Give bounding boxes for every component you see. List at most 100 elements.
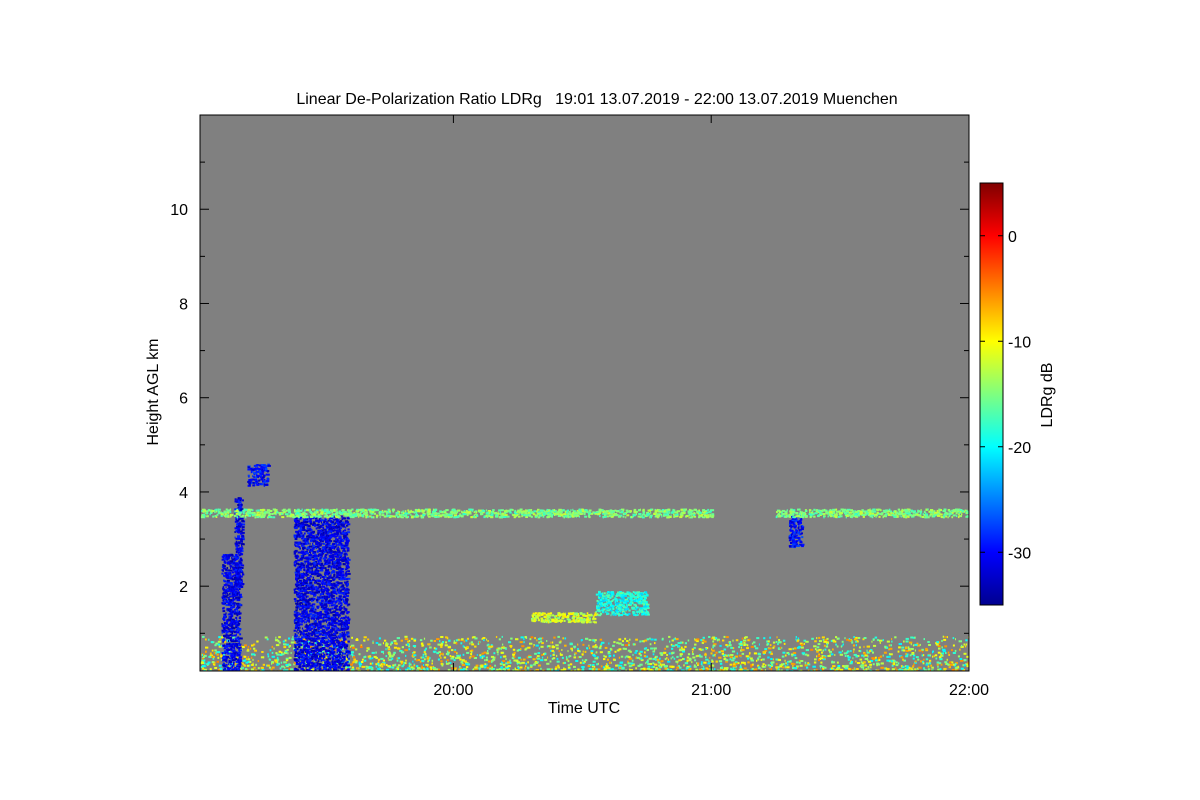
heatmap-cell bbox=[603, 668, 606, 671]
heatmap-cell bbox=[347, 640, 350, 643]
heatmap-cell bbox=[421, 644, 425, 647]
heatmap-cell bbox=[285, 664, 288, 666]
heatmap-cell bbox=[840, 645, 843, 648]
heatmap-cell bbox=[766, 643, 769, 646]
heatmap-cell bbox=[401, 646, 404, 649]
heatmap-cell bbox=[852, 657, 854, 660]
heatmap-cell bbox=[507, 665, 511, 668]
heatmap-cell bbox=[500, 656, 502, 659]
heatmap-cell bbox=[804, 664, 808, 667]
heatmap-cell bbox=[898, 643, 902, 645]
heatmap-cell bbox=[235, 608, 239, 611]
heatmap-cell bbox=[814, 640, 817, 643]
heatmap-cell bbox=[538, 641, 541, 644]
heatmap-cell bbox=[821, 651, 823, 654]
heatmap-cell bbox=[703, 665, 705, 668]
heatmap-cell bbox=[527, 646, 531, 649]
heatmap-cell bbox=[550, 654, 552, 657]
heatmap-cell bbox=[879, 639, 883, 642]
heatmap-cell bbox=[818, 640, 822, 643]
heatmap-cell bbox=[431, 659, 434, 662]
heatmap-cell bbox=[781, 655, 785, 658]
heatmap-cell bbox=[393, 640, 397, 642]
heatmap-cell bbox=[224, 554, 227, 557]
heatmap-cell bbox=[618, 638, 622, 641]
heatmap-cell bbox=[869, 663, 872, 666]
heatmap-cell bbox=[219, 667, 223, 670]
heatmap-cell bbox=[230, 622, 233, 625]
heatmap-cell bbox=[340, 647, 342, 650]
heatmap-cell bbox=[730, 654, 734, 656]
heatmap-cell bbox=[505, 647, 507, 650]
heatmap-cell bbox=[230, 588, 233, 591]
heatmap-cell bbox=[803, 642, 805, 645]
heatmap-cell bbox=[546, 662, 550, 665]
heatmap-cell bbox=[234, 612, 238, 615]
heatmap-cell bbox=[234, 637, 238, 640]
heatmap-cell bbox=[230, 663, 232, 666]
heatmap-cell bbox=[238, 554, 241, 557]
heatmap-cell bbox=[427, 660, 429, 663]
heatmap-cell bbox=[738, 654, 742, 657]
heatmap-cell bbox=[347, 622, 350, 625]
heatmap-cell bbox=[693, 665, 697, 668]
heatmap-cell bbox=[304, 562, 306, 565]
heatmap-cell bbox=[455, 639, 459, 642]
heatmap-cell bbox=[407, 640, 410, 643]
heatmap-cell bbox=[816, 650, 819, 653]
heatmap-cell bbox=[846, 650, 850, 653]
heatmap-cell bbox=[599, 651, 603, 654]
heatmap-cell bbox=[941, 654, 943, 657]
heatmap-cell bbox=[951, 661, 954, 664]
heatmap-cell bbox=[525, 636, 527, 639]
heatmap-cell bbox=[671, 656, 674, 659]
heatmap-cell bbox=[299, 608, 302, 611]
heatmap-cell bbox=[622, 647, 625, 650]
heatmap-cell bbox=[237, 497, 240, 500]
heatmap-cell bbox=[280, 661, 283, 664]
heatmap-cell bbox=[777, 643, 779, 646]
heatmap-cell bbox=[372, 641, 374, 644]
heatmap-cell bbox=[404, 635, 408, 638]
heatmap-cell bbox=[343, 667, 345, 670]
heatmap-cell bbox=[715, 651, 718, 654]
heatmap-cell bbox=[237, 543, 239, 546]
heatmap-cell bbox=[205, 638, 207, 641]
heatmap-cell bbox=[515, 659, 519, 662]
heatmap-cell bbox=[225, 648, 229, 651]
heatmap-cell bbox=[871, 640, 873, 643]
heatmap-cell bbox=[947, 651, 950, 654]
heatmap-cell bbox=[686, 656, 690, 659]
heatmap-cell bbox=[645, 647, 647, 650]
heatmap-cell bbox=[623, 663, 627, 666]
heatmap-cell bbox=[646, 659, 649, 662]
heatmap-cell bbox=[835, 636, 838, 639]
heatmap-cell bbox=[235, 572, 238, 575]
heatmap-cell bbox=[505, 658, 507, 661]
heatmap-cell bbox=[908, 647, 911, 650]
heatmap-cell bbox=[818, 636, 821, 639]
heatmap-cell bbox=[719, 644, 722, 647]
heatmap-cell bbox=[432, 666, 435, 669]
heatmap-cell bbox=[836, 666, 841, 669]
heatmap-cell bbox=[379, 664, 382, 667]
heatmap-cell bbox=[963, 652, 967, 655]
heatmap-cell bbox=[389, 643, 392, 646]
heatmap-cell bbox=[559, 652, 562, 655]
heatmap-cell bbox=[772, 641, 776, 644]
heatmap-cell bbox=[440, 645, 443, 648]
heatmap-cell bbox=[922, 662, 925, 665]
heatmap-cell bbox=[331, 558, 335, 561]
heatmap-cell bbox=[816, 655, 818, 658]
heatmap-cell bbox=[295, 640, 297, 643]
heatmap-cell bbox=[330, 574, 332, 577]
heatmap-cell bbox=[957, 655, 960, 658]
heatmap-cell bbox=[712, 640, 715, 643]
heatmap-cell bbox=[911, 653, 915, 655]
heatmap-cell bbox=[331, 652, 335, 655]
heatmap-cell bbox=[951, 649, 953, 652]
heatmap-cell bbox=[294, 600, 296, 603]
heatmap-cell bbox=[514, 667, 516, 670]
heatmap-cell bbox=[275, 636, 277, 639]
heatmap-cell bbox=[231, 571, 235, 574]
